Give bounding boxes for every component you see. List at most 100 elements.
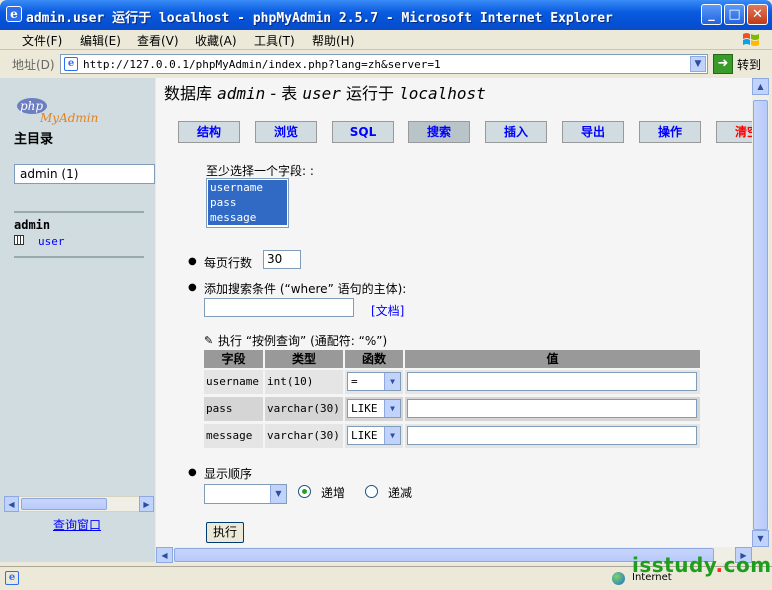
- scroll-up-icon[interactable]: ▲: [752, 78, 769, 95]
- scroll-down-icon[interactable]: ▼: [752, 530, 769, 547]
- title-on: 运行于: [345, 84, 394, 103]
- database-name[interactable]: admin: [14, 218, 50, 232]
- function-select[interactable]: LIKE ▼: [347, 399, 401, 418]
- title-db-word: 数据库: [164, 84, 213, 103]
- scroll-left-icon[interactable]: ◀: [156, 547, 173, 563]
- address-dropdown-icon[interactable]: ▼: [690, 56, 706, 72]
- descending-label[interactable]: 递减: [388, 484, 412, 501]
- divider: [14, 256, 144, 258]
- scroll-right-icon[interactable]: ▶: [139, 496, 154, 512]
- divider: [14, 211, 144, 213]
- address-url[interactable]: http://127.0.0.1/phpMyAdmin/index.php?la…: [83, 58, 441, 71]
- field-type-cell: varchar(30): [265, 397, 343, 421]
- bullet-icon: ●: [188, 256, 197, 267]
- field-option-username[interactable]: username: [208, 180, 287, 195]
- left-horizontal-scrollbar[interactable]: ◀ ▶: [4, 496, 154, 512]
- display-order-label: 显示顺序: [204, 467, 253, 481]
- tab-export[interactable]: 导出: [562, 121, 624, 143]
- ascending-label[interactable]: 递增: [321, 484, 345, 501]
- database-select[interactable]: admin (1): [14, 164, 155, 184]
- field-option-pass[interactable]: pass: [208, 195, 287, 210]
- function-select[interactable]: = ▼: [347, 372, 401, 391]
- tab-structure[interactable]: 结构: [178, 121, 240, 143]
- go-button[interactable]: ➜ 转到: [713, 54, 765, 74]
- menu-favorites[interactable]: 收藏(A): [195, 32, 237, 49]
- title-host: localhost: [399, 84, 486, 103]
- bullet-icon: ●: [188, 282, 197, 293]
- menu-view[interactable]: 查看(V): [137, 32, 179, 49]
- rows-per-page-label: 每页行数: [204, 256, 253, 270]
- vertical-scrollbar[interactable]: ▲ ▼: [752, 78, 769, 547]
- rows-per-page-input[interactable]: 30: [263, 250, 301, 269]
- ascending-radio[interactable]: [298, 485, 311, 498]
- function-cell: LIKE ▼: [345, 424, 403, 448]
- value-cell: [405, 397, 700, 421]
- menu-tools[interactable]: 工具(T): [254, 32, 295, 49]
- descending-radio[interactable]: [365, 485, 378, 498]
- menu-edit[interactable]: 编辑(E): [80, 32, 121, 49]
- chevron-down-icon[interactable]: ▼: [384, 427, 400, 444]
- close-button[interactable]: ✕: [747, 4, 768, 25]
- pencil-icon: ✎: [204, 334, 214, 347]
- function-value: LIKE: [351, 429, 378, 442]
- field-select-label: 至少选择一个字段: :: [206, 164, 314, 178]
- value-cell: [405, 424, 700, 448]
- field-type-cell: int(10): [265, 370, 343, 394]
- field-option-message[interactable]: message: [208, 210, 287, 225]
- order-field-select[interactable]: ▼: [204, 484, 287, 504]
- left-frame: php MyAdmin 主目录 admin (1) admin user ◀ ▶…: [0, 78, 155, 562]
- chevron-down-icon[interactable]: ▼: [270, 485, 286, 503]
- ie-icon: e: [6, 6, 22, 22]
- tab-operations[interactable]: 操作: [639, 121, 701, 143]
- function-cell: = ▼: [345, 370, 403, 394]
- where-clause-input[interactable]: [204, 298, 354, 317]
- documentation-link[interactable]: [文档]: [371, 302, 404, 319]
- address-input[interactable]: e http://127.0.0.1/phpMyAdmin/index.php?…: [60, 54, 708, 74]
- scroll-thumb[interactable]: [21, 498, 107, 510]
- header-field: 字段: [204, 350, 263, 368]
- minimize-button[interactable]: _: [701, 4, 722, 25]
- function-select[interactable]: LIKE ▼: [347, 426, 401, 445]
- radio-selected-dot: [302, 489, 307, 494]
- menu-file[interactable]: 文件(F): [22, 32, 62, 49]
- tab-empty[interactable]: 清空: [716, 121, 756, 143]
- go-arrow-icon: ➜: [713, 54, 733, 74]
- scroll-left-icon[interactable]: ◀: [4, 496, 19, 512]
- field-multiselect[interactable]: username pass message: [206, 178, 289, 228]
- chevron-down-icon[interactable]: ▼: [384, 373, 400, 390]
- title-sep: - 表: [270, 84, 303, 103]
- go-label: 转到: [737, 58, 762, 72]
- watermark-dot: .: [715, 553, 724, 577]
- menu-help[interactable]: 帮助(H): [312, 32, 354, 49]
- bullet-icon: ●: [188, 467, 197, 478]
- table-icon[interactable]: [14, 235, 24, 245]
- function-value: LIKE: [351, 402, 378, 415]
- query-window-link[interactable]: 查询窗口: [53, 516, 101, 533]
- address-bar: 地址(D) e http://127.0.0.1/phpMyAdmin/inde…: [0, 52, 772, 76]
- chevron-down-icon[interactable]: ▼: [384, 400, 400, 417]
- maximize-button[interactable]: □: [724, 4, 745, 25]
- watermark-main: isstudy: [632, 553, 716, 577]
- title-db-name: admin: [217, 84, 266, 103]
- field-name-cell: message: [204, 424, 263, 448]
- watermark-tld: com: [723, 553, 772, 577]
- header-function: 函数: [345, 350, 403, 368]
- function-value: =: [351, 375, 358, 388]
- window-title: admin.user 运行于 localhost - phpMyAdmin 2.…: [26, 11, 613, 26]
- table-link-user[interactable]: user: [38, 235, 65, 248]
- tab-search[interactable]: 搜索: [408, 121, 470, 143]
- home-label[interactable]: 主目录: [14, 128, 53, 147]
- address-label: 地址(D): [12, 58, 55, 72]
- window-title-bar: e admin.user 运行于 localhost - phpMyAdmin …: [0, 0, 772, 30]
- main-frame: 数据库 admin - 表 user 运行于 localhost 结构 浏览 S…: [156, 78, 756, 547]
- tab-sql[interactable]: SQL: [332, 121, 394, 143]
- value-input[interactable]: [407, 399, 697, 418]
- value-input[interactable]: [407, 426, 697, 445]
- tab-browse[interactable]: 浏览: [255, 121, 317, 143]
- title-table-name: user: [302, 84, 341, 103]
- globe-icon: [612, 572, 625, 585]
- execute-button[interactable]: 执行: [206, 522, 244, 543]
- scroll-thumb[interactable]: [753, 100, 768, 530]
- value-input[interactable]: [407, 372, 697, 391]
- tab-insert[interactable]: 插入: [485, 121, 547, 143]
